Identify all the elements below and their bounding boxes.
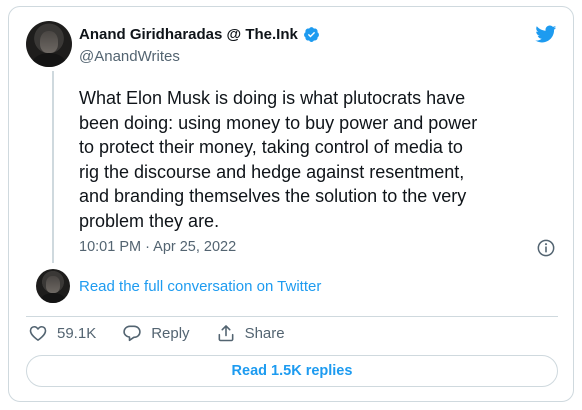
author-name-row[interactable]: Anand Giridharadas @ The.Ink <box>79 26 320 43</box>
actions-divider <box>26 316 558 317</box>
read-full-conversation-link[interactable]: Read the full conversation on Twitter <box>79 278 321 295</box>
avatar-body <box>31 53 67 67</box>
avatar-body <box>40 292 66 303</box>
share-label: Share <box>244 324 285 342</box>
read-replies-button[interactable]: Read 1.5K replies <box>26 355 558 387</box>
thread-line <box>52 71 54 263</box>
tweet-embed-card[interactable]: Anand Giridharadas @ The.Ink @AnandWrite… <box>8 6 574 402</box>
reply-button[interactable]: Reply <box>122 323 190 343</box>
avatar-face <box>39 31 59 54</box>
heart-icon <box>29 325 47 341</box>
tweet-timestamp[interactable]: 10:01 PM · Apr 25, 2022 <box>79 239 236 255</box>
twitter-bird-icon[interactable] <box>533 23 558 45</box>
reply-label: Reply <box>151 324 190 342</box>
tweet-text: What Elon Musk is doing is what plutocra… <box>79 88 478 231</box>
tweet-actions-bar: 59.1K Reply Share <box>28 322 311 344</box>
author-handle[interactable]: @AnandWrites <box>79 48 180 65</box>
verified-badge-icon <box>303 27 319 42</box>
thread-author-avatar[interactable] <box>36 269 70 303</box>
avatar-face <box>46 276 60 293</box>
share-button[interactable]: Share <box>216 323 285 343</box>
author-avatar[interactable] <box>26 21 72 67</box>
reply-bubble-icon <box>123 325 141 342</box>
like-button[interactable]: 59.1K <box>28 323 96 343</box>
like-count: 59.1K <box>57 324 97 342</box>
share-icon <box>218 325 234 342</box>
info-icon[interactable] <box>536 238 556 258</box>
author-display-name[interactable]: Anand Giridharadas @ The.Ink <box>79 26 298 43</box>
